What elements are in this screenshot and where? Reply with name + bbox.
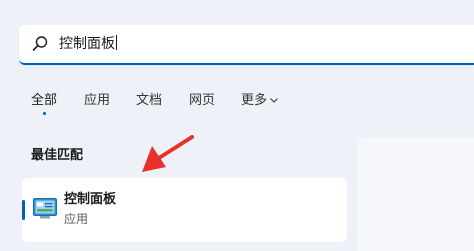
control-panel-icon xyxy=(33,198,57,219)
result-title: 控制面板 xyxy=(64,192,117,207)
text-caret xyxy=(116,35,117,50)
tab-documents-label: 文档 xyxy=(136,93,163,108)
search-input[interactable]: 控制面板 xyxy=(59,35,117,53)
tab-active-indicator xyxy=(43,112,46,115)
tab-all-label: 全部 xyxy=(31,93,58,108)
best-match-heading: 最佳匹配 xyxy=(31,148,84,163)
tab-web-label: 网页 xyxy=(189,93,216,108)
search-query: 控制面板 xyxy=(59,36,115,52)
tab-apps-label: 应用 xyxy=(84,93,111,108)
tab-more[interactable]: 更多 xyxy=(241,93,278,109)
search-box[interactable]: 控制面板 xyxy=(19,25,474,65)
selection-indicator xyxy=(22,200,25,220)
result-detail-panel xyxy=(358,138,474,251)
tab-apps[interactable]: 应用 xyxy=(84,93,110,109)
tab-all[interactable]: 全部 xyxy=(31,93,58,115)
tab-documents[interactable]: 文档 xyxy=(136,93,162,109)
tab-web[interactable]: 网页 xyxy=(189,93,215,109)
arrow-shaft xyxy=(157,135,194,160)
tab-more-label: 更多 xyxy=(241,93,268,108)
result-type: 应用 xyxy=(64,212,89,226)
chevron-down-icon xyxy=(270,98,278,103)
arrow-head xyxy=(142,146,166,172)
best-match-result[interactable]: 控制面板 应用 xyxy=(22,178,347,242)
search-icon xyxy=(32,36,48,51)
